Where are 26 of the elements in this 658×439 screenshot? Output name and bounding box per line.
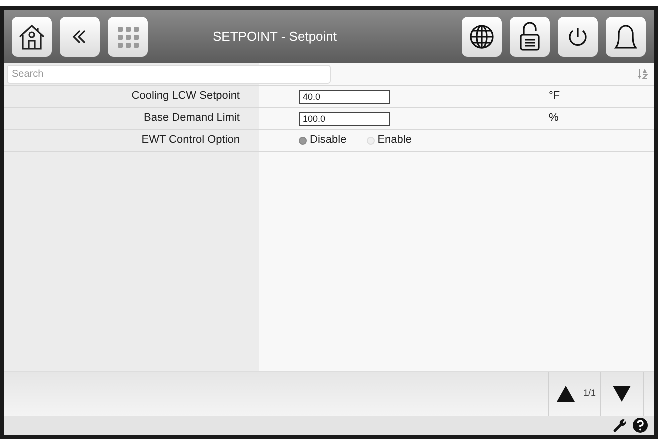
back-button[interactable] (60, 16, 100, 56)
sort-icon[interactable] (638, 68, 648, 80)
language-button[interactable] (462, 16, 502, 56)
help-icon[interactable] (633, 418, 648, 433)
unit-label: % (549, 111, 559, 126)
grid-icon (116, 24, 140, 48)
wrench-icon[interactable] (613, 418, 627, 432)
row-label: Cooling LCW Setpoint (132, 90, 240, 102)
radio-option[interactable]: Enable (366, 132, 412, 149)
home-button[interactable] (12, 16, 52, 56)
down-triangle-icon (613, 386, 631, 402)
up-triangle-icon (557, 386, 576, 402)
menu-grid-button[interactable] (108, 16, 148, 56)
row-label: Base Demand Limit (144, 112, 240, 124)
padlock-icon (518, 22, 542, 52)
page-title: SETPOINT - Setpoint (212, 28, 338, 46)
globe-icon (469, 24, 495, 50)
power-button[interactable] (558, 16, 598, 56)
row-label: EWT Control Option (142, 134, 240, 146)
value-field[interactable]: 40.0 (299, 90, 390, 104)
radio-option[interactable]: Disable (299, 132, 347, 149)
login-button[interactable] (510, 16, 550, 56)
unit-label: °F (549, 89, 560, 104)
value-field[interactable]: 100.0 (299, 112, 390, 126)
search-field[interactable]: Search (7, 64, 331, 84)
alarm-button[interactable] (606, 16, 646, 56)
